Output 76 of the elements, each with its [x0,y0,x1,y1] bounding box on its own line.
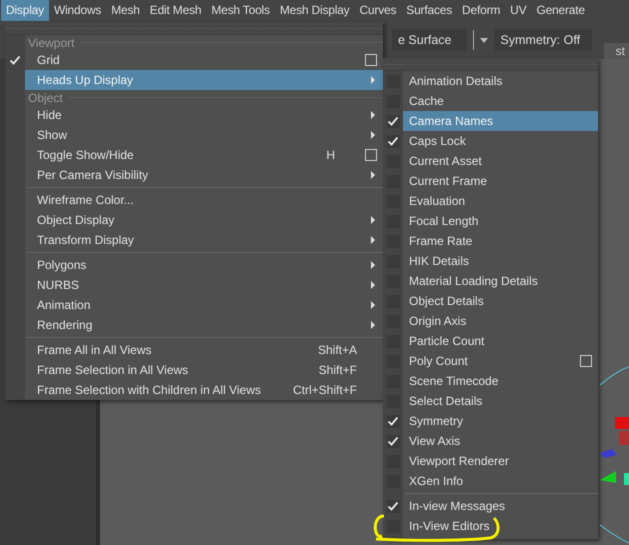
menu-item[interactable]: Focal Length [403,211,598,231]
menu-bar-item[interactable]: Mesh Display [274,0,354,21]
caret-icon[interactable] [480,38,488,42]
menu-item[interactable]: Camera Names [403,111,598,131]
tear-off-handle[interactable] [5,22,383,35]
menu-item[interactable]: Frame All in All Views Shift+A [25,340,383,360]
menu-item[interactable]: Heads Up Display [25,70,383,90]
menu-item[interactable]: Origin Axis [403,311,598,331]
toolbar-divider-icon [472,30,474,50]
option-box-icon[interactable] [365,54,377,66]
checkmark-icon [387,115,399,127]
option-box-icon[interactable] [365,149,377,161]
menu-item[interactable]: XGen Info [403,471,598,491]
shortcut-label: Shift+A [318,343,357,357]
menu-item[interactable]: In-View Editors [403,516,598,536]
menu-bar-item[interactable]: Deform [457,0,506,21]
section-header: Object [27,90,63,104]
menu-item[interactable]: Wireframe Color... [25,190,383,210]
menu-bar-item[interactable]: Curves [354,0,402,21]
menu-item[interactable]: NURBS [25,275,383,295]
menu-item[interactable]: Particle Count [403,331,598,351]
checkmark-icon [387,435,399,447]
menu-item[interactable]: Cache [403,91,598,111]
menu-item[interactable]: Frame Rate [403,231,598,251]
panel-tab[interactable]: st [604,43,629,59]
menu-item[interactable]: Material Loading Details [403,271,598,291]
menu-bar-item[interactable]: Mesh [106,0,145,21]
menu-item[interactable]: Transform Display [25,230,383,250]
menu-item[interactable]: Object Display [25,210,383,230]
menu-item[interactable]: In-view Messages [403,496,598,516]
menu-bar-item[interactable]: Generate [531,0,590,21]
checkbox[interactable] [386,500,400,512]
menu-item[interactable]: Frame Selection in All Views Shift+F [25,360,383,380]
menu-item[interactable]: Symmetry [403,411,598,431]
menu-item[interactable]: Per Camera Visibility [25,165,383,185]
menu-item[interactable]: Current Frame [403,171,598,191]
shortcut-label: Ctrl+Shift+F [292,383,357,397]
menu-item[interactable]: Grid [25,50,383,70]
tear-off-handle[interactable] [383,58,598,71]
surface-field[interactable]: e Surface [392,29,467,51]
checkbox[interactable] [386,114,400,128]
menu-item[interactable]: Polygons [25,255,383,275]
menu-item[interactable]: Object Details [403,291,598,311]
menu-item[interactable]: Animation [25,295,383,315]
shortcut-label: Shift+F [318,363,357,377]
menu-bar-item[interactable]: Mesh Tools [206,0,275,21]
menu-bar-item[interactable]: Windows [48,0,106,21]
menu-bar-item[interactable]: Surfaces [401,0,458,21]
menu-item[interactable]: Select Details [403,391,598,411]
symmetry-field[interactable]: Symmetry: Off [494,29,592,51]
checkmark-icon [387,135,399,147]
menu-item[interactable]: Hide [25,105,383,125]
checkmark-icon [387,500,399,512]
menu-item[interactable]: Current Asset [403,151,598,171]
menu-item[interactable]: Caps Lock [403,131,598,151]
menu-item[interactable]: Viewport Renderer [403,451,598,471]
checkbox[interactable] [386,414,400,428]
section-header: Viewport [27,36,74,50]
menu-item[interactable]: Evaluation [403,191,598,211]
shortcut-label: H [326,148,335,162]
menu-item[interactable]: Poly Count [403,351,598,371]
option-box-icon[interactable] [580,355,592,367]
checkbox[interactable] [386,134,400,148]
menu-item[interactable]: Animation Details [403,71,598,91]
menu-item[interactable]: Frame Selection with Children in All Views Ctrl+Shift+F [25,380,383,400]
menu-item[interactable]: Toggle Show/Hide H [25,145,383,165]
checkbox[interactable] [386,434,400,448]
menu-item[interactable]: Show [25,125,383,145]
checkmark-icon [387,415,399,427]
menu-item[interactable]: HIK Details [403,251,598,271]
menu-bar-item[interactable]: UV [505,0,532,21]
menu-item[interactable]: Scene Timecode [403,371,598,391]
menu-bar-item[interactable]: Display [1,0,49,21]
menu-bar-item[interactable]: Edit Mesh [144,0,206,21]
menu-item[interactable]: View Axis [403,431,598,451]
menu-item[interactable]: Rendering [25,315,383,335]
